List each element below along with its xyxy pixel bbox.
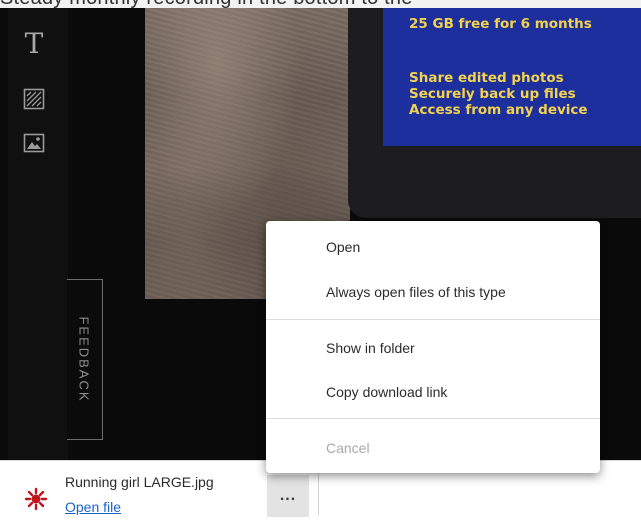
download-context-menu: Open Always open files of this type Show… bbox=[266, 221, 600, 473]
promo-feature: Access from any device bbox=[409, 102, 588, 118]
menu-item-show-in-folder[interactable]: Show in folder bbox=[266, 330, 600, 366]
top-banner: Steady monthly recording in the bottom t… bbox=[0, 0, 641, 8]
promo-feature: Securely back up files bbox=[409, 86, 576, 102]
promo-headline: 25 GB free for 6 months bbox=[409, 16, 592, 32]
feedback-label: FEEDBACK bbox=[77, 316, 93, 403]
left-toolbar: T bbox=[8, 8, 68, 460]
open-file-link[interactable]: Open file bbox=[65, 499, 121, 515]
menu-separator bbox=[266, 319, 600, 320]
menu-item-cancel: Cancel bbox=[326, 440, 370, 456]
download-divider bbox=[318, 471, 319, 515]
feedback-tab[interactable]: FEEDBACK bbox=[67, 279, 103, 440]
download-file-name: Running girl LARGE.jpg bbox=[65, 474, 214, 490]
menu-item-always-open[interactable]: Always open files of this type bbox=[266, 274, 600, 310]
menu-item-copy-link[interactable]: Copy download link bbox=[266, 374, 600, 410]
text-tool-icon[interactable]: T bbox=[22, 30, 46, 58]
promo-feature: Share edited photos bbox=[409, 70, 564, 86]
image-file-icon bbox=[24, 487, 48, 511]
more-options-button[interactable]: ... bbox=[267, 475, 309, 517]
texture-tool-icon[interactable] bbox=[22, 87, 46, 111]
menu-separator bbox=[266, 418, 600, 419]
image-tool-icon[interactable] bbox=[22, 131, 46, 155]
top-banner-text: Steady monthly recording in the bottom t… bbox=[0, 0, 413, 8]
editor-window: Steady monthly recording in the bottom t… bbox=[0, 0, 641, 520]
promo-card[interactable]: 25 GB free for 6 months Share edited pho… bbox=[383, 8, 641, 146]
menu-item-open[interactable]: Open bbox=[266, 229, 600, 265]
